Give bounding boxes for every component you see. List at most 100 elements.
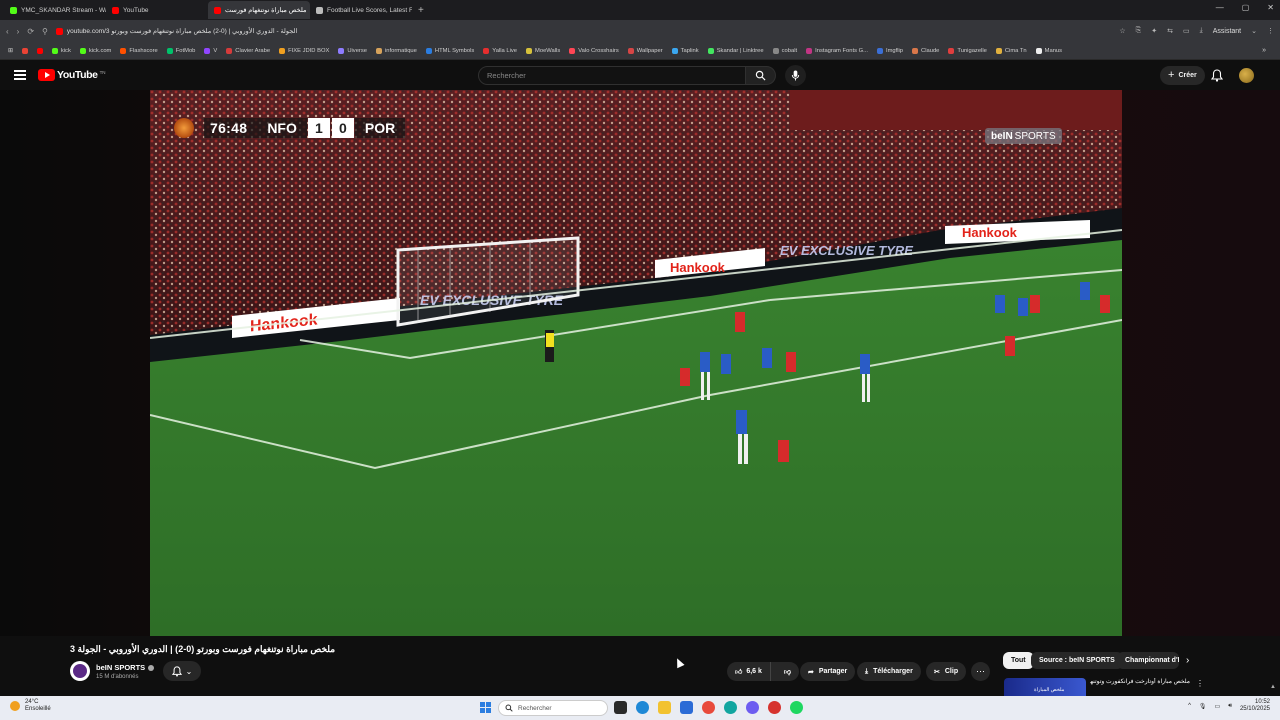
bookmark-item[interactable]: Taplink [671,47,699,54]
translate-icon[interactable]: ⇆ [1167,27,1173,35]
sidebar-icon[interactable]: ▭ [1183,27,1190,35]
tab-favicon-icon [316,6,323,14]
recommended-video-thumbnail[interactable]: ملخص المباراة [1004,678,1086,696]
minimize-icon[interactable]: — [1216,3,1224,12]
hamburger-menu-icon[interactable] [14,70,26,80]
chrome-icon[interactable] [702,701,715,714]
verified-badge-icon [148,664,155,671]
bookmark-item[interactable]: Cima Tn [995,47,1027,54]
bookmark-item[interactable]: Valo Crosshairs [569,47,619,54]
forward-icon[interactable]: › [17,27,20,36]
browser-tab[interactable]: YouTube [106,1,208,19]
bookmark-label: V [213,47,218,54]
bookmark-star-icon[interactable]: ☆ [1119,27,1125,35]
bookmark-item[interactable]: Manus [1035,47,1063,54]
bookmark-item[interactable]: Clavier Arabe [226,47,270,54]
bookmark-item[interactable]: MoeWalls [526,47,560,54]
windows-start-icon[interactable] [480,702,491,713]
site-info-icon[interactable]: ⚲ [42,27,48,36]
weather-widget[interactable]: 24°C Ensoleillé [10,699,51,713]
recommended-video-title[interactable]: ملخص مباراة أوتارخت فرانكفورت وتوتنهام (… [1090,678,1190,686]
browser-tab[interactable]: YMC_SKANDAR Stream - Wa [4,1,106,19]
assistant-button[interactable]: Assistant [1213,28,1241,35]
share-link-icon[interactable]: ⎘ [1136,27,1142,35]
back-icon[interactable]: ‹ [6,27,9,36]
bookmark-item[interactable]: Claude [912,47,939,54]
bookmark-item[interactable]: cobalt [772,47,797,54]
bookmark-item[interactable]: Flashscore [120,47,158,54]
subscription-bell-button[interactable]: ⌄ [163,661,201,681]
volume-icon[interactable]: 🔊︎ [1228,703,1232,710]
chip-all[interactable]: Tout [1003,652,1034,669]
share-button[interactable]: ➦ Partager [800,662,856,681]
bookmark-item[interactable]: Wallpaper [627,47,663,54]
bookmark-item[interactable]: Tunigazelle [948,47,987,54]
menu-chevron-icon[interactable]: ⌄ [1251,27,1257,35]
bookmark-item[interactable]: Uiverse [338,47,367,54]
copilot-icon[interactable] [724,701,737,714]
search-input[interactable] [487,71,745,80]
bookmark-label: Manus [1044,47,1063,54]
bookmark-favicon-icon [204,47,211,54]
microphone-icon[interactable]: 🎙︎ [1199,703,1207,710]
browser-tab[interactable]: ملخص مباراة نوتنغهام فورست [208,1,310,19]
bookmark-item[interactable]: Imgflip [876,47,903,54]
new-tab-button[interactable]: + [412,5,430,16]
file-explorer-icon[interactable] [658,701,671,714]
browser-tab[interactable]: Football Live Scores, Latest F [310,1,412,19]
video-player[interactable]: Hankook Hankook Hankook EV EXCLUSIVE TYR… [150,90,1122,636]
kebab-menu-icon[interactable]: ⋮ [1196,679,1204,688]
chip-source-bein[interactable]: Source : beIN SPORTS [1031,652,1123,669]
bookmark-item[interactable]: V [204,47,218,54]
dislike-button[interactable]: 👎︎ [776,662,799,681]
bookmark-item[interactable]: kick.com [79,47,111,54]
profile-menu-icon[interactable]: ⋮ [1267,27,1274,35]
task-view-icon[interactable] [614,701,627,714]
close-icon[interactable]: ✕ [1267,3,1274,12]
like-button[interactable]: 👍︎ 6,6 k [727,662,771,681]
edge-icon[interactable] [636,701,649,714]
browser-app-icon[interactable] [768,701,781,714]
channel-name-row[interactable]: beIN SPORTS [96,663,155,672]
chip-championnat[interactable]: Championnat d'E [1117,652,1179,669]
chevron-right-icon[interactable]: › [1186,655,1189,666]
apps-grid-icon[interactable]: ⊞ [8,48,13,54]
clip-button[interactable]: ✂ Clip [926,662,967,681]
bookmark-item[interactable]: Instagram Fonts G... [806,47,868,54]
network-icon[interactable]: ▭ [1215,703,1221,710]
scroll-up-arrow-icon[interactable]: ▲ [1270,684,1276,690]
bookmark-item[interactable] [36,47,43,54]
chevron-up-icon[interactable]: ^ [1188,703,1191,709]
discord-icon[interactable] [746,701,759,714]
search-button[interactable] [746,66,776,85]
maximize-icon[interactable]: ▢ [1242,3,1250,12]
clock[interactable]: 10:52 25/10/2025 [1240,699,1270,713]
share-label: Partager [818,668,848,675]
create-button[interactable]: + Créer [1160,66,1205,85]
bookmark-item[interactable]: Yalla Live [483,47,517,54]
bookmark-item[interactable]: FotMob [166,47,195,54]
reload-icon[interactable]: ⟳ [27,27,34,36]
voice-search-button[interactable] [785,65,806,86]
store-icon[interactable] [680,701,693,714]
youtube-logo[interactable]: YouTube TN [38,69,106,81]
bookmark-item[interactable]: HTML Symbols [425,47,474,54]
bookmark-item[interactable]: Skandar | Linktree [707,47,764,54]
bookmark-item[interactable] [21,47,28,54]
taskbar-search[interactable]: Rechercher [498,700,608,716]
channel-avatar[interactable] [70,661,90,681]
extensions-icon[interactable]: ✦ [1151,27,1157,35]
download-icon[interactable]: ⤓ [1200,27,1203,35]
channel-name[interactable]: beIN SPORTS [96,663,145,672]
bookmark-item[interactable]: informatique [375,47,417,54]
spotify-icon[interactable] [790,701,803,714]
taskbar-search-placeholder: Rechercher [518,704,552,712]
bookmarks-overflow-icon[interactable]: » [1262,47,1280,54]
bookmark-item[interactable]: FIXE JDID BOX [279,47,329,54]
account-avatar[interactable] [1239,68,1254,83]
notifications-button[interactable] [1210,69,1224,87]
bookmark-item[interactable]: kick [51,47,71,54]
download-button[interactable]: ⤓ Télécharger [857,662,921,681]
url-field[interactable]: youtube.com/3 الجولة - الدوري الأوروبي |… [55,27,297,35]
more-actions-button[interactable]: ⋯ [971,662,990,681]
